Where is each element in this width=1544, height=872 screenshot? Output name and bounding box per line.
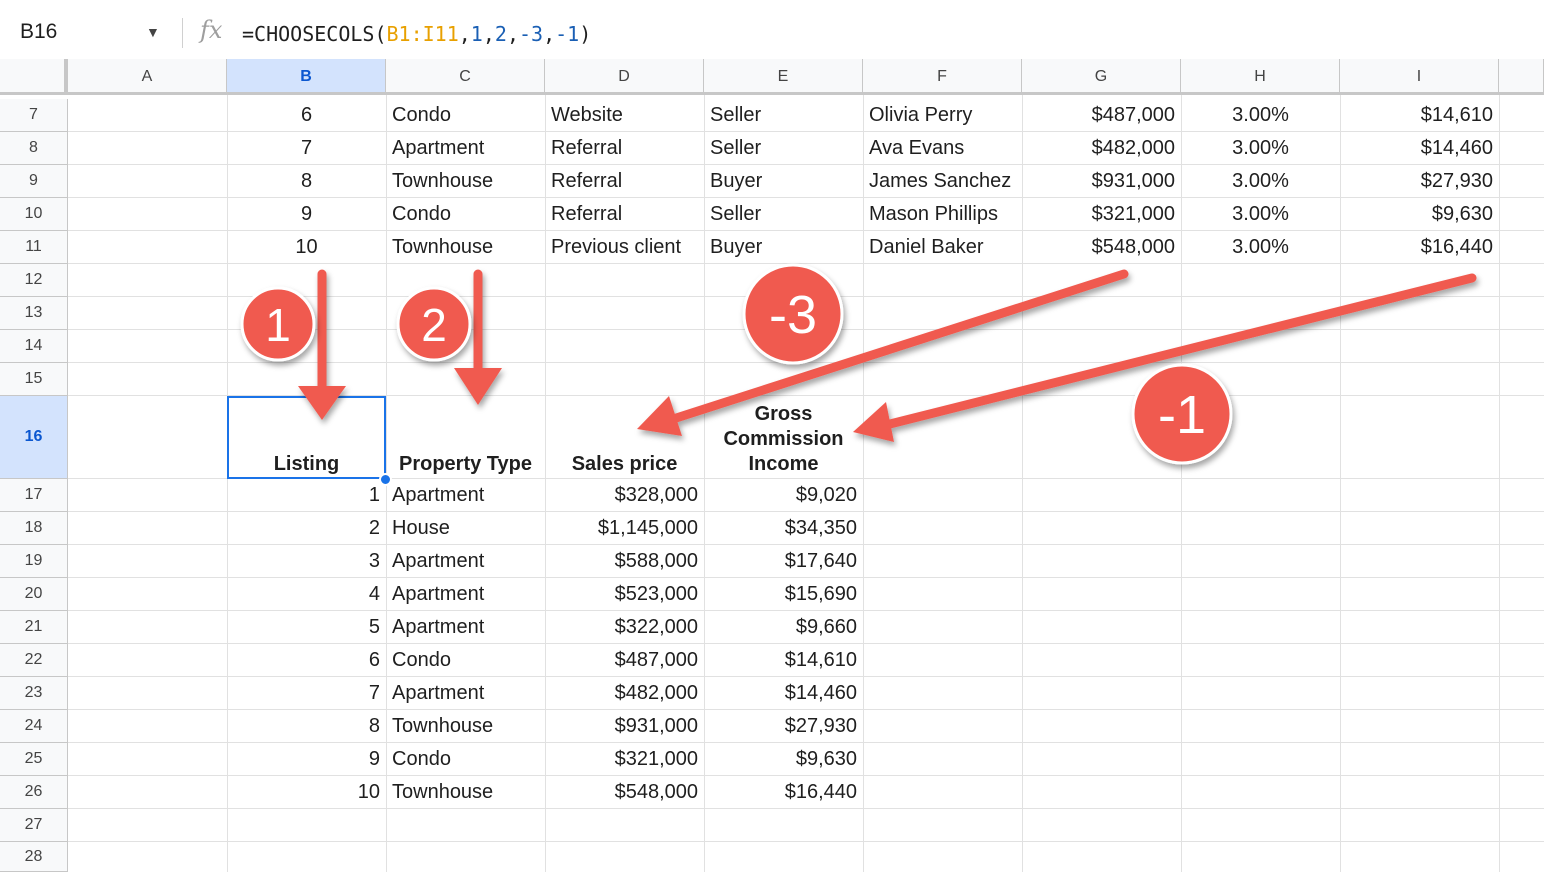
badge-neg3-label: -3 (769, 285, 817, 345)
annotation-overlay: 1 2 -3 -1 (240, 263, 1477, 465)
badge-1-label: 1 (265, 299, 291, 351)
badge-2-label: 2 (421, 299, 447, 351)
badge-neg1-label: -1 (1158, 385, 1206, 445)
